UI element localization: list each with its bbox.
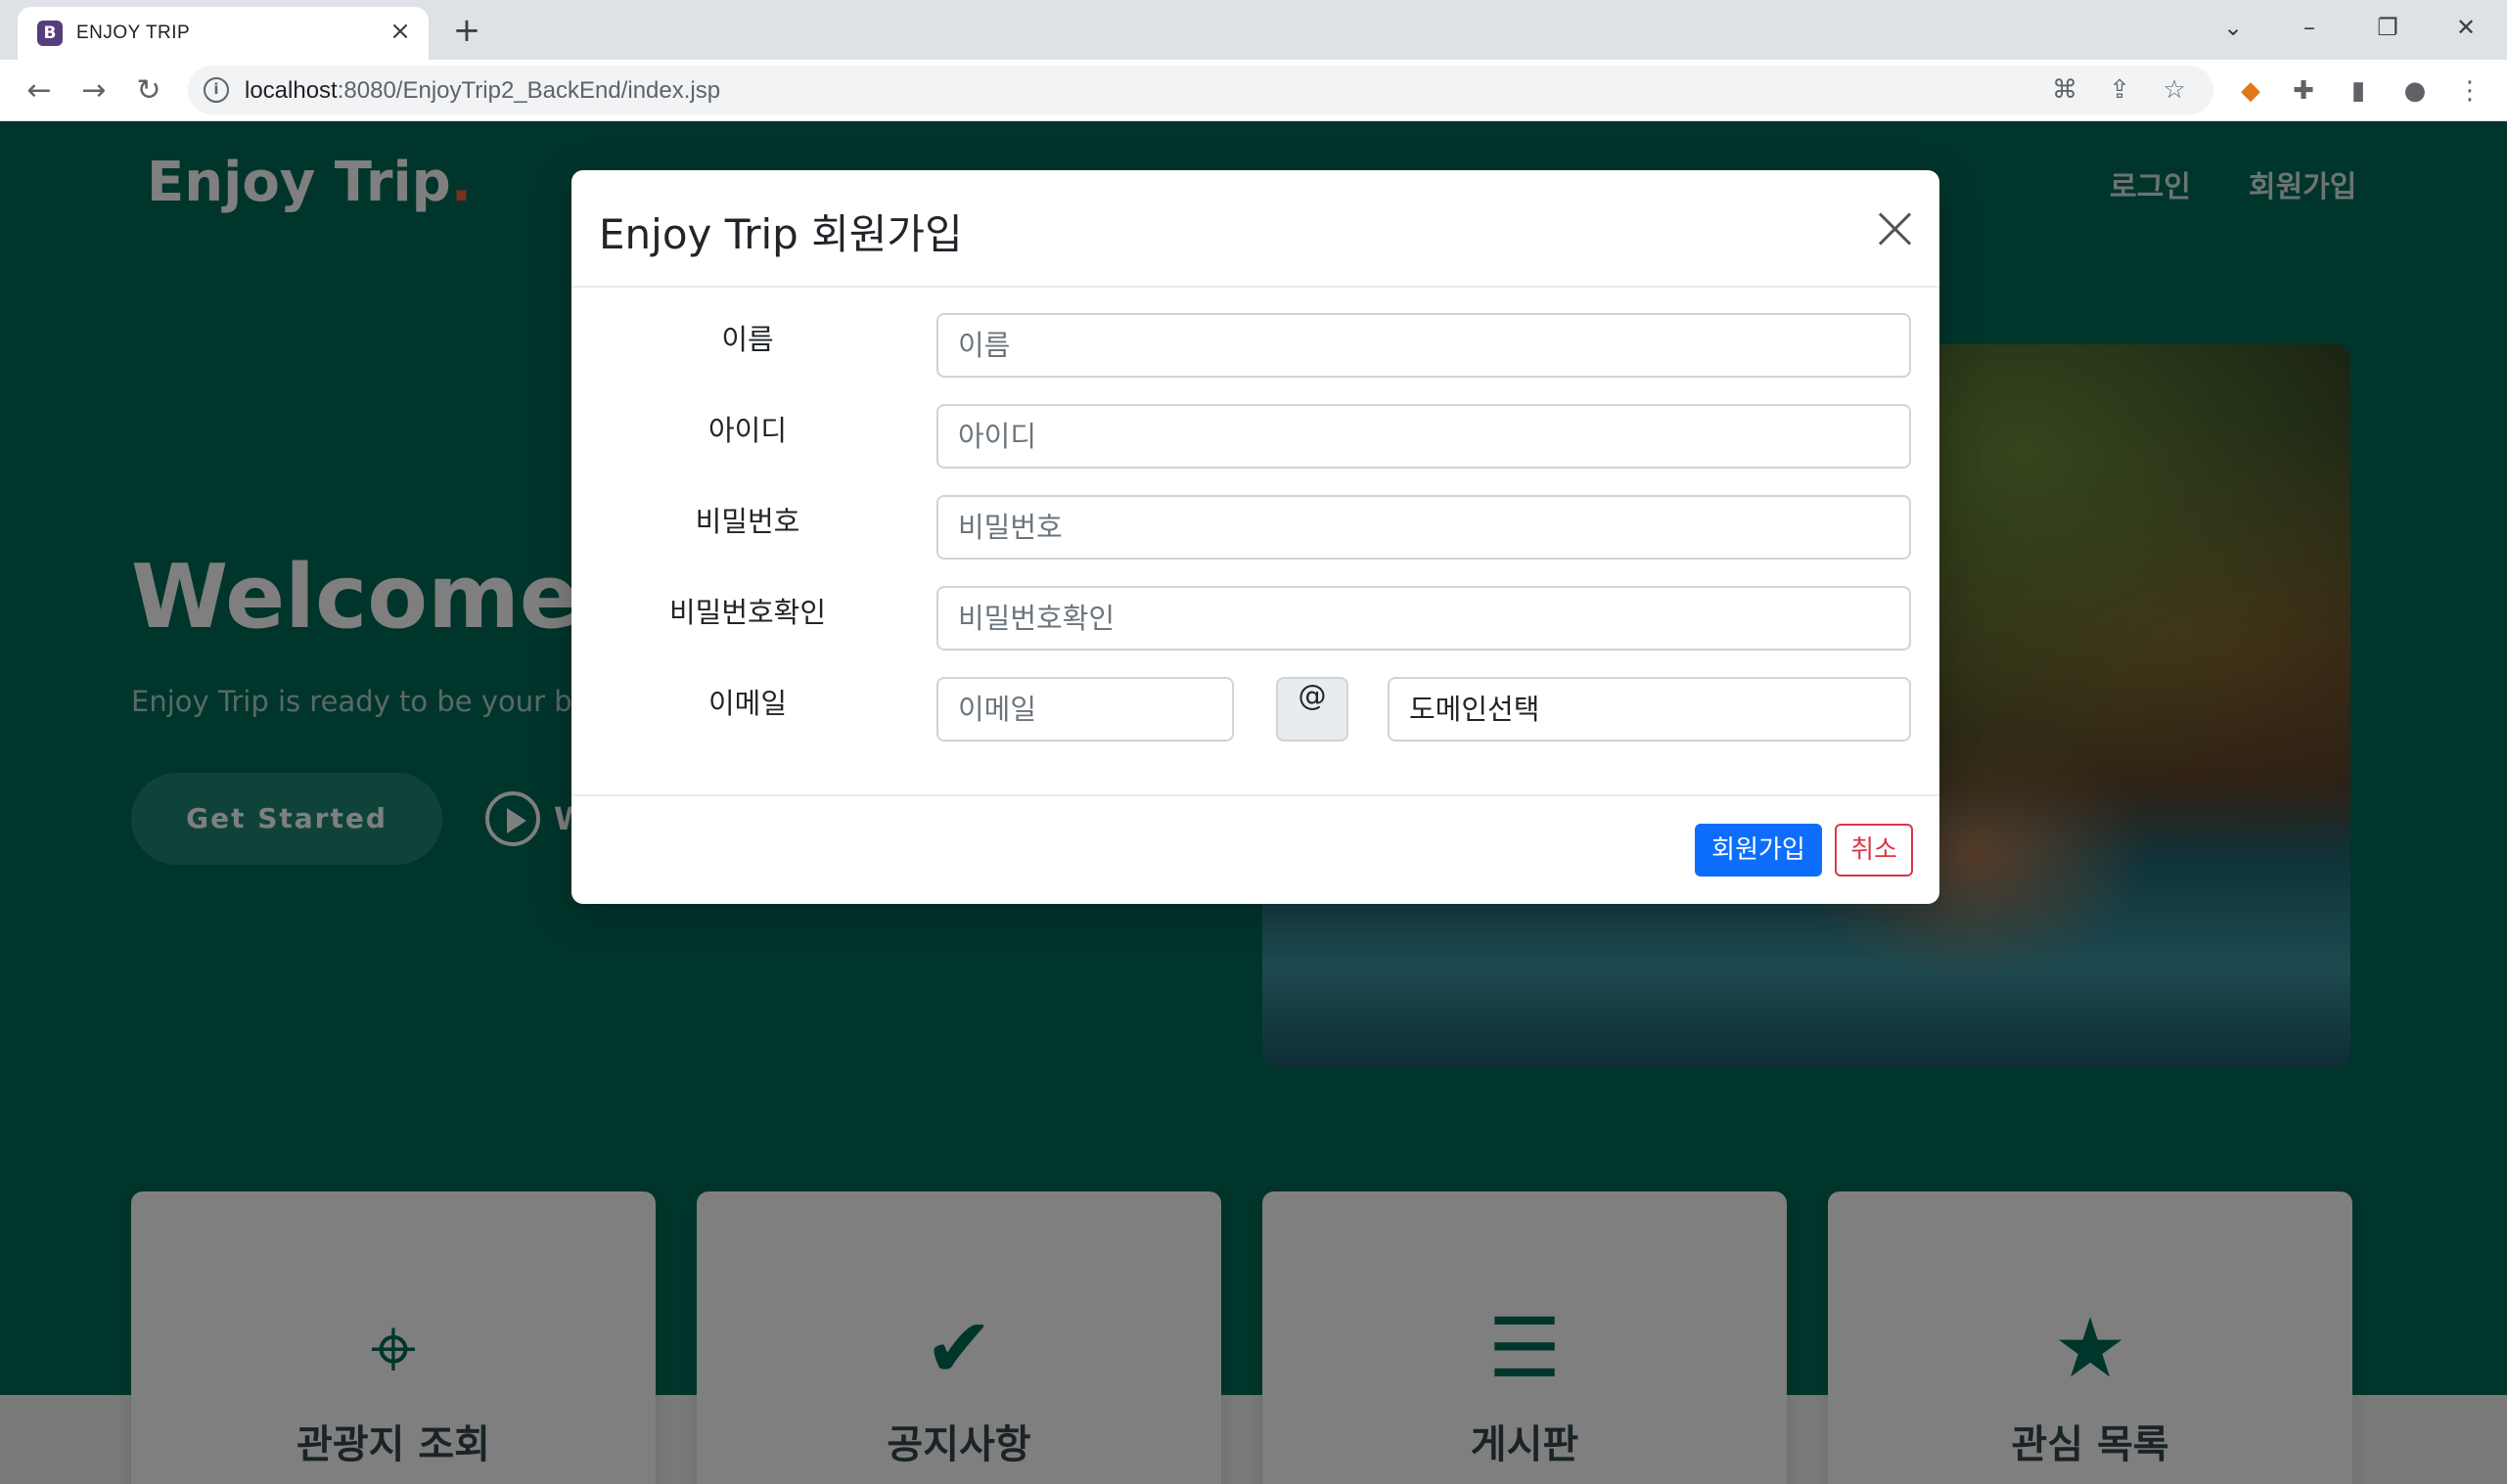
share-icon[interactable]: ⇪ [2102, 72, 2137, 108]
id-row: 아이디 [571, 404, 1939, 469]
translate-icon[interactable]: ⌘ [2047, 72, 2082, 108]
password-confirm-input[interactable] [936, 586, 1911, 651]
back-arrow-icon[interactable]: ← [20, 71, 59, 111]
url-text: localhost:8080/EnjoyTrip2_BackEnd/index.… [245, 77, 720, 105]
tab-title: ENJOY TRIP [76, 22, 191, 43]
name-label: 이름 [721, 323, 774, 356]
email-row: 이메일 @ 도메인선택 [571, 677, 1939, 742]
reload-icon[interactable]: ↻ [129, 71, 168, 111]
bootstrap-favicon-icon: B [37, 21, 63, 46]
url-host: localhost [245, 77, 338, 104]
tab-close-icon[interactable]: × [386, 17, 415, 46]
new-tab-plus-icon[interactable]: + [448, 12, 485, 49]
name-input[interactable] [936, 313, 1911, 378]
browser-tab[interactable]: B ENJOY TRIP × [18, 7, 429, 60]
name-row: 이름 [571, 313, 1939, 378]
modal-footer: 회원가입 취소 [571, 794, 1939, 904]
url-path: :8080/EnjoyTrip2_BackEnd/index.jsp [337, 77, 721, 104]
id-label: 아이디 [707, 414, 788, 447]
email-input[interactable] [936, 677, 1234, 742]
browser-tab-bar: B ENJOY TRIP × + ⌄ – ❐ ✕ [0, 0, 2507, 60]
metamask-fox-icon[interactable]: ◆ [2233, 73, 2268, 109]
password-confirm-row: 비밀번호확인 [571, 586, 1939, 651]
forward-arrow-icon[interactable]: → [74, 71, 114, 111]
id-input[interactable] [936, 404, 1911, 469]
signup-submit-button[interactable]: 회원가입 [1695, 824, 1822, 877]
profile-avatar-icon[interactable]: ● [2397, 73, 2433, 109]
modal-title: Enjoy Trip 회원가입 [599, 210, 963, 258]
tab-search-chevron-icon[interactable]: ⌄ [2211, 8, 2255, 47]
site-info-icon[interactable]: i [204, 77, 229, 103]
minimize-icon[interactable]: – [2288, 8, 2331, 47]
modal-header: Enjoy Trip 회원가입 [571, 170, 1939, 288]
email-label: 이메일 [707, 687, 788, 720]
password-row: 비밀번호 [571, 495, 1939, 560]
cancel-button[interactable]: 취소 [1835, 824, 1913, 877]
browser-toolbar: ← → ↻ i localhost:8080/EnjoyTrip2_BackEn… [0, 60, 2507, 121]
domain-select[interactable]: 도메인선택 [1388, 677, 1911, 742]
password-input[interactable] [936, 495, 1911, 560]
bookmark-star-icon[interactable]: ☆ [2157, 72, 2192, 108]
window-close-icon[interactable]: ✕ [2444, 8, 2487, 47]
address-bar[interactable]: i localhost:8080/EnjoyTrip2_BackEnd/inde… [188, 66, 2213, 114]
signup-modal: Enjoy Trip 회원가입 이름 아이디 비밀번호 비밀번호확인 이메일 @… [571, 170, 1939, 904]
side-panel-icon[interactable]: ▮ [2341, 73, 2376, 109]
at-sign: @ [1276, 677, 1348, 742]
password-confirm-label: 비밀번호확인 [668, 596, 827, 629]
browser-menu-icon[interactable]: ⋮ [2452, 73, 2487, 109]
close-icon[interactable] [1875, 209, 1914, 248]
extensions-puzzle-icon[interactable]: ✚ [2286, 73, 2321, 109]
restore-icon[interactable]: ❐ [2366, 8, 2409, 47]
password-label: 비밀번호 [695, 505, 800, 538]
